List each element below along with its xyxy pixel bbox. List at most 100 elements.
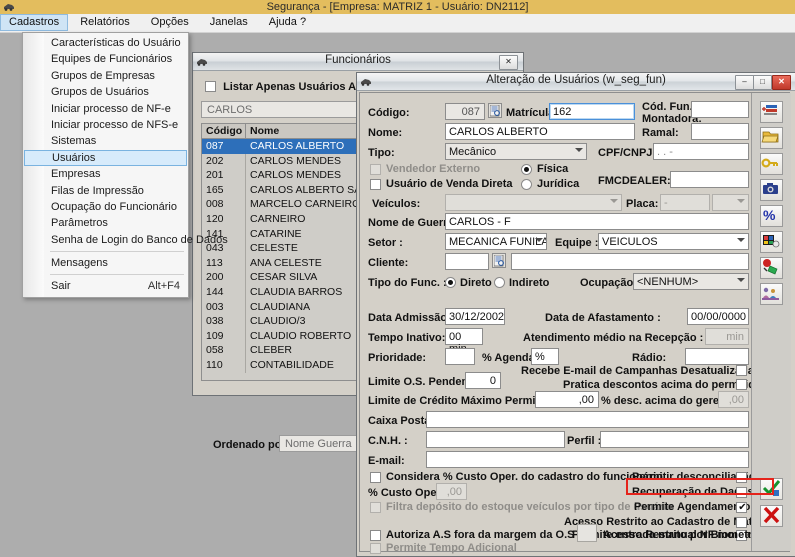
menu-opcoes[interactable]: Opções — [142, 14, 198, 31]
ocupacao-select[interactable]: <NENHUM> — [633, 273, 749, 290]
caixa-postal-field[interactable] — [426, 411, 749, 428]
data-admissao-field[interactable]: 30/12/2002 — [445, 308, 505, 325]
dropdown-item-iniciar-processo-de-nf-e[interactable]: Iniciar processo de NF-e — [23, 101, 188, 117]
recuperacao-dados-checkbox[interactable] — [736, 487, 747, 498]
menubar: Cadastros Relatórios Opções Janelas Ajud… — [0, 14, 795, 33]
cliente-name-field[interactable] — [511, 253, 749, 270]
codigo-field[interactable]: 087 — [445, 103, 485, 120]
dropdown-item-iniciar-processo-de-nfs-e[interactable]: Iniciar processo de NFS-e — [23, 117, 188, 133]
considera-custo-checkbox[interactable] — [370, 472, 381, 483]
autoriza-as-label: Autoriza A.S fora da margem da O.S — [386, 529, 575, 541]
nome-guerra-field[interactable]: CARLOS - F — [445, 213, 749, 230]
dropdown-item-label: Iniciar processo de NF-e — [51, 102, 171, 115]
dropdown-item-usu-rios[interactable]: Usuários — [24, 149, 187, 167]
usuario-venda-direta-label: Usuário de Venda Direta — [386, 178, 513, 190]
row-codigo: 202 — [202, 153, 246, 169]
dropdown-item-label: Sair — [51, 280, 71, 293]
equipe-select[interactable]: VEICULOS — [598, 233, 749, 250]
dropdown-item-sair[interactable]: Sair Alt+F4 — [23, 278, 188, 294]
dropdown-item-empresas[interactable]: Empresas — [23, 166, 188, 182]
close-button[interactable]: ✕ — [772, 75, 791, 90]
dropdown-item-grupos-de-usu-rios[interactable]: Grupos de Usuários — [23, 84, 188, 100]
codigo-label: Código: — [368, 107, 410, 119]
fmcdealer-field[interactable] — [670, 171, 749, 188]
tipo-func-label: Tipo do Func. : — [368, 277, 447, 289]
menu-janelas[interactable]: Janelas — [201, 14, 257, 31]
email-field[interactable] — [426, 451, 749, 468]
cpf-cnpj-field[interactable]: . . - — [653, 143, 749, 160]
menu-ajuda[interactable]: Ajuda ? — [260, 14, 315, 31]
dropdown-item-senha-de-login-do-banco-de-dados[interactable]: Senha de Login do Banco de Dados — [23, 232, 228, 248]
cliente-lookup-button[interactable] — [492, 253, 506, 268]
dropdown-item-filas-de-impress-o[interactable]: Filas de Impressão — [23, 183, 188, 199]
data-admissao-label: Data Admissão : — [368, 312, 454, 324]
app-title-text: Segurança - [Empresa: MATRIZ 1 - Usuário… — [266, 1, 529, 13]
cod-fun-montadora-field[interactable] — [691, 101, 749, 118]
minimize-button[interactable]: – — [735, 75, 754, 90]
camera-icon[interactable] — [760, 179, 783, 201]
dropdown-item-sistemas[interactable]: Sistemas — [23, 133, 188, 149]
setor-select[interactable]: MECANICA FUNILARI — [445, 233, 547, 250]
percent-icon[interactable]: % — [760, 205, 783, 227]
perc-custo-oper-label: % Custo Oper. — [368, 487, 444, 499]
matricula-field[interactable]: 162 — [549, 103, 635, 120]
row-codigo: 200 — [202, 270, 246, 285]
funcionarios-close-button[interactable]: ✕ — [499, 55, 518, 70]
tipo-func-direto-radio[interactable] — [445, 277, 456, 288]
alteracao-usuarios-window: Alteração de Usuários (w_seg_fun) – □ ✕ … — [356, 72, 795, 557]
grid-header-codigo[interactable]: Código — [202, 124, 246, 138]
add-record-icon[interactable] — [760, 101, 783, 123]
setor-select-value: MECANICA FUNILARI — [449, 236, 546, 248]
tipo-select[interactable]: Mecânico — [445, 143, 587, 160]
pessoa-juridica-radio[interactable] — [521, 179, 532, 190]
radio-field[interactable] — [685, 348, 749, 365]
placa-select — [712, 194, 749, 211]
people-icon[interactable] — [760, 283, 783, 305]
prioridade-field[interactable] — [445, 348, 475, 365]
paint-icon[interactable] — [760, 257, 783, 279]
palette-icon[interactable] — [760, 231, 783, 253]
pessoa-fisica-radio[interactable] — [521, 164, 532, 175]
key-icon[interactable] — [760, 153, 783, 175]
nome-field[interactable]: CARLOS ALBERTO — [445, 123, 635, 140]
dropdown-item-mensagens[interactable]: Mensagens — [23, 255, 188, 271]
dropdown-item-equipes-de-funcion-rios[interactable]: Equipes de Funcionários — [23, 51, 188, 67]
permitir-desconciliacao-checkbox[interactable] — [736, 472, 747, 483]
usuario-venda-direta-checkbox[interactable] — [370, 179, 381, 190]
ocupacao-select-value: <NENHUM> — [637, 276, 699, 288]
menu-relatorios[interactable]: Relatórios — [71, 14, 139, 31]
permite-agendamento-checkbox[interactable] — [736, 501, 748, 514]
data-afastamento-field[interactable]: 00/00/0000 — [687, 308, 749, 325]
acesso-restrito-material-checkbox[interactable] — [736, 517, 747, 528]
cancel-x-icon[interactable] — [760, 505, 783, 527]
maximize-button[interactable]: □ — [753, 75, 772, 90]
cliente-code-field[interactable] — [445, 253, 489, 270]
tipo-func-indireto-radio[interactable] — [494, 277, 505, 288]
vendedor-externo-checkbox — [370, 164, 381, 175]
pratica-descontos-checkbox[interactable] — [736, 379, 747, 390]
listar-ativos-checkbox[interactable] — [205, 81, 216, 92]
dropdown-item-label: Mensagens — [51, 257, 108, 270]
autoriza-as-checkbox[interactable] — [370, 530, 381, 541]
recebe-email-checkbox[interactable] — [736, 365, 747, 376]
ocupacao-label: Ocupação : — [580, 277, 640, 289]
dropdown-separator — [50, 251, 184, 253]
perfil-field[interactable] — [600, 431, 749, 448]
codigo-lookup-button[interactable] — [488, 103, 502, 118]
cnh-field[interactable] — [426, 431, 565, 448]
open-folder-icon[interactable] — [760, 127, 783, 149]
menu-cadastros[interactable]: Cadastros — [0, 14, 69, 31]
email-label: E-mail: — [368, 455, 405, 467]
permite-agendamento-label: Permite Agendamento — [634, 501, 751, 513]
funcionarios-title-text: Funcionários — [325, 54, 391, 66]
limite-credito-field[interactable]: ,00 — [535, 391, 599, 408]
ramal-field[interactable] — [691, 123, 749, 140]
dropdown-item-caracter-sticas-do-usu-rio[interactable]: Características do Usuário — [23, 35, 188, 51]
dropdown-item-par-metros[interactable]: Parâmetros — [23, 215, 188, 231]
dropdown-item-ocupa-o-do-funcion-rio[interactable]: Ocupação do Funcionário — [23, 199, 188, 215]
tempo-inativo-field[interactable]: 00 min — [445, 328, 483, 355]
perc-agenda-field[interactable]: % — [531, 348, 559, 365]
dropdown-item-grupos-de-empresas[interactable]: Grupos de Empresas — [23, 68, 188, 84]
confirm-check-icon[interactable] — [760, 478, 783, 500]
limite-os-field[interactable]: 0 — [465, 372, 501, 389]
